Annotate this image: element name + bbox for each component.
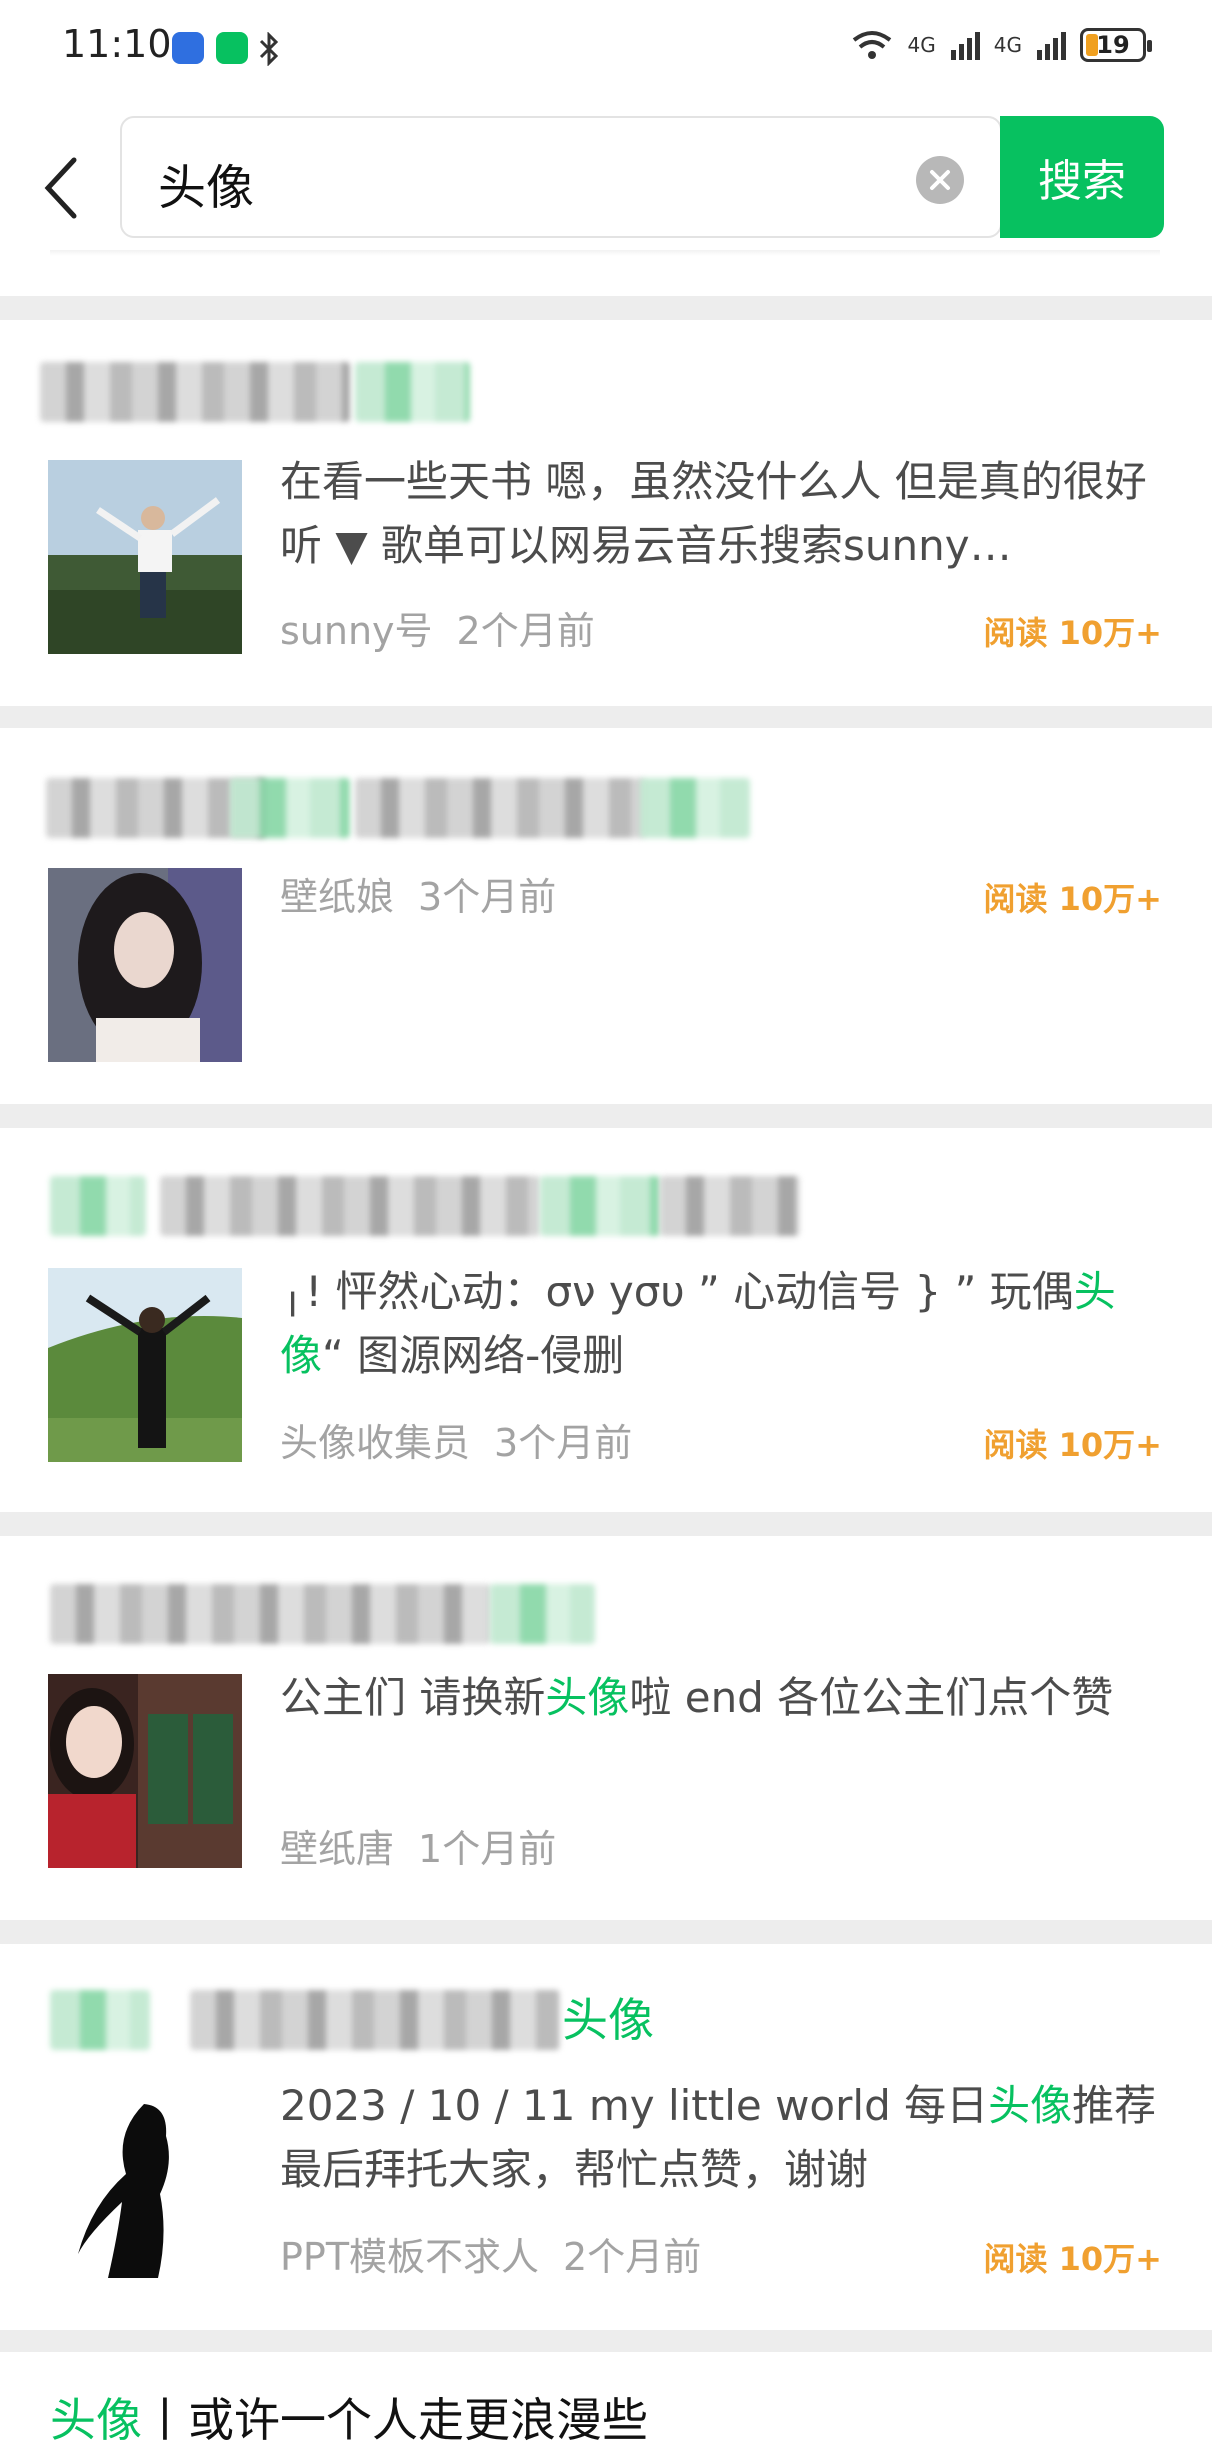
header-divider	[50, 250, 1160, 256]
title-highlight: 头像	[50, 2393, 142, 2441]
result-card[interactable]: ╷! 怦然心动：σν yσυ ” 心动信号 } ” 玩偶头像“ 图源网络-侵删 …	[0, 1128, 1212, 1512]
battery-icon: 19	[1080, 28, 1152, 62]
result-source: 壁纸娘	[280, 875, 395, 919]
result-source: PPT模板不求人	[280, 2235, 540, 2279]
result-title: 头像丨或许一个人走更浪漫些	[50, 2388, 648, 2441]
result-title: 头像	[562, 1993, 654, 2047]
result-card[interactable]: 头像丨或许一个人走更浪漫些	[0, 2352, 1212, 2441]
result-meta: 头像收集员 3个月前	[280, 1412, 632, 1467]
signal-label-2: 4G	[993, 33, 1022, 57]
clear-icon[interactable]	[916, 156, 964, 204]
title-rest: 丨或许一个人走更浪漫些	[142, 2393, 648, 2441]
result-time: 2个月前	[456, 609, 595, 653]
status-right: 4G 4G 19	[850, 28, 1152, 62]
result-thumbnail	[48, 460, 242, 654]
wifi-icon	[852, 31, 891, 59]
search-query[interactable]: 头像	[158, 148, 254, 218]
desc-part: 啦 end 各位公主们点个赞	[629, 1673, 1114, 1722]
result-time: 1个月前	[418, 1827, 557, 1871]
result-thumbnail	[48, 868, 242, 1062]
desc-part: 公主们 请换新	[280, 1673, 546, 1722]
search-header: 头像 搜索	[0, 100, 1212, 296]
result-description: 在看一些天书 嗯，虽然没什么人 但是真的很好听 ▼ 歌单可以网易云音乐搜索sun…	[280, 457, 1147, 570]
chevron-left-icon[interactable]	[38, 148, 88, 228]
redacted-title-highlight	[50, 1176, 146, 1236]
result-time: 2个月前	[563, 2235, 702, 2279]
redacted-title-highlight	[230, 778, 350, 838]
bluetooth-icon	[259, 32, 279, 66]
redacted-title-highlight	[355, 362, 470, 422]
result-description: 2023 / 10 / 11 my little world 每日头像推荐 最后…	[280, 2074, 1160, 2202]
result-source: 头像收集员	[280, 1421, 471, 1465]
result-thumbnail	[48, 1674, 242, 1868]
result-thumbnail	[48, 2084, 242, 2278]
search-button[interactable]: 搜索	[1000, 116, 1164, 238]
result-description: 公主们 请换新头像啦 end 各位公主们点个赞	[280, 1666, 1160, 1730]
desc-part: ╷! 怦然心动：σν yσυ ” 心动信号 } ” 玩偶	[280, 1267, 1074, 1316]
result-meta: sunny号 2个月前	[280, 600, 595, 655]
redacted-title	[160, 1176, 540, 1236]
redacted-title	[40, 362, 350, 422]
result-reads: 阅读 10万+	[983, 2240, 1163, 2278]
desc-part: 2023 / 10 / 11 my little world 每日	[280, 2081, 989, 2130]
desc-highlight: 头像	[545, 1673, 630, 1722]
result-time: 3个月前	[418, 875, 557, 919]
result-reads: 阅读 10万+	[983, 880, 1163, 918]
search-input[interactable]: 头像	[120, 116, 1002, 238]
result-time: 3个月前	[494, 1421, 633, 1465]
redacted-title	[50, 1584, 490, 1644]
app-notification-icon	[172, 32, 204, 64]
signal-bars-icon	[950, 32, 980, 60]
desc-part: “ 图源网络-侵删	[322, 1331, 625, 1380]
desc-highlight: 头像	[988, 2081, 1073, 2130]
result-reads: 阅读 10万+	[983, 1426, 1163, 1464]
redacted-title-highlight	[50, 1990, 150, 2050]
redacted-title	[355, 778, 645, 838]
result-card[interactable]: 公主们 请换新头像啦 end 各位公主们点个赞 壁纸唐 1个月前	[0, 1536, 1212, 1920]
result-card[interactable]: 壁纸娘 3个月前 阅读 10万+	[0, 728, 1212, 1104]
redacted-title-highlight	[640, 778, 750, 838]
status-time: 11:10	[62, 22, 172, 66]
signal-bars-icon-2	[1037, 32, 1066, 60]
redacted-title	[660, 1176, 800, 1236]
redacted-title	[190, 1990, 560, 2050]
result-card[interactable]: 在看一些天书 嗯，虽然没什么人 但是真的很好听 ▼ 歌单可以网易云音乐搜索sun…	[0, 320, 1212, 706]
result-card[interactable]: 头像 2023 / 10 / 11 my little world 每日头像推荐…	[0, 1944, 1212, 2330]
result-thumbnail	[48, 1268, 242, 1462]
signal-label-1: 4G	[907, 33, 936, 57]
result-reads: 阅读 10万+	[983, 614, 1163, 652]
result-meta: 壁纸娘 3个月前	[280, 866, 556, 921]
result-meta: 壁纸唐 1个月前	[280, 1818, 556, 1873]
redacted-title-highlight	[540, 1176, 660, 1236]
status-bar: 11:10 4G 4G 19	[0, 0, 1212, 100]
wechat-icon	[216, 32, 248, 64]
result-meta: PPT模板不求人 2个月前	[280, 2226, 701, 2281]
result-source: 壁纸唐	[280, 1827, 395, 1871]
result-source: sunny号	[280, 609, 433, 653]
redacted-title-highlight	[490, 1584, 595, 1644]
result-description: ╷! 怦然心动：σν yσυ ” 心动信号 } ” 玩偶头像“ 图源网络-侵删	[280, 1260, 1160, 1388]
